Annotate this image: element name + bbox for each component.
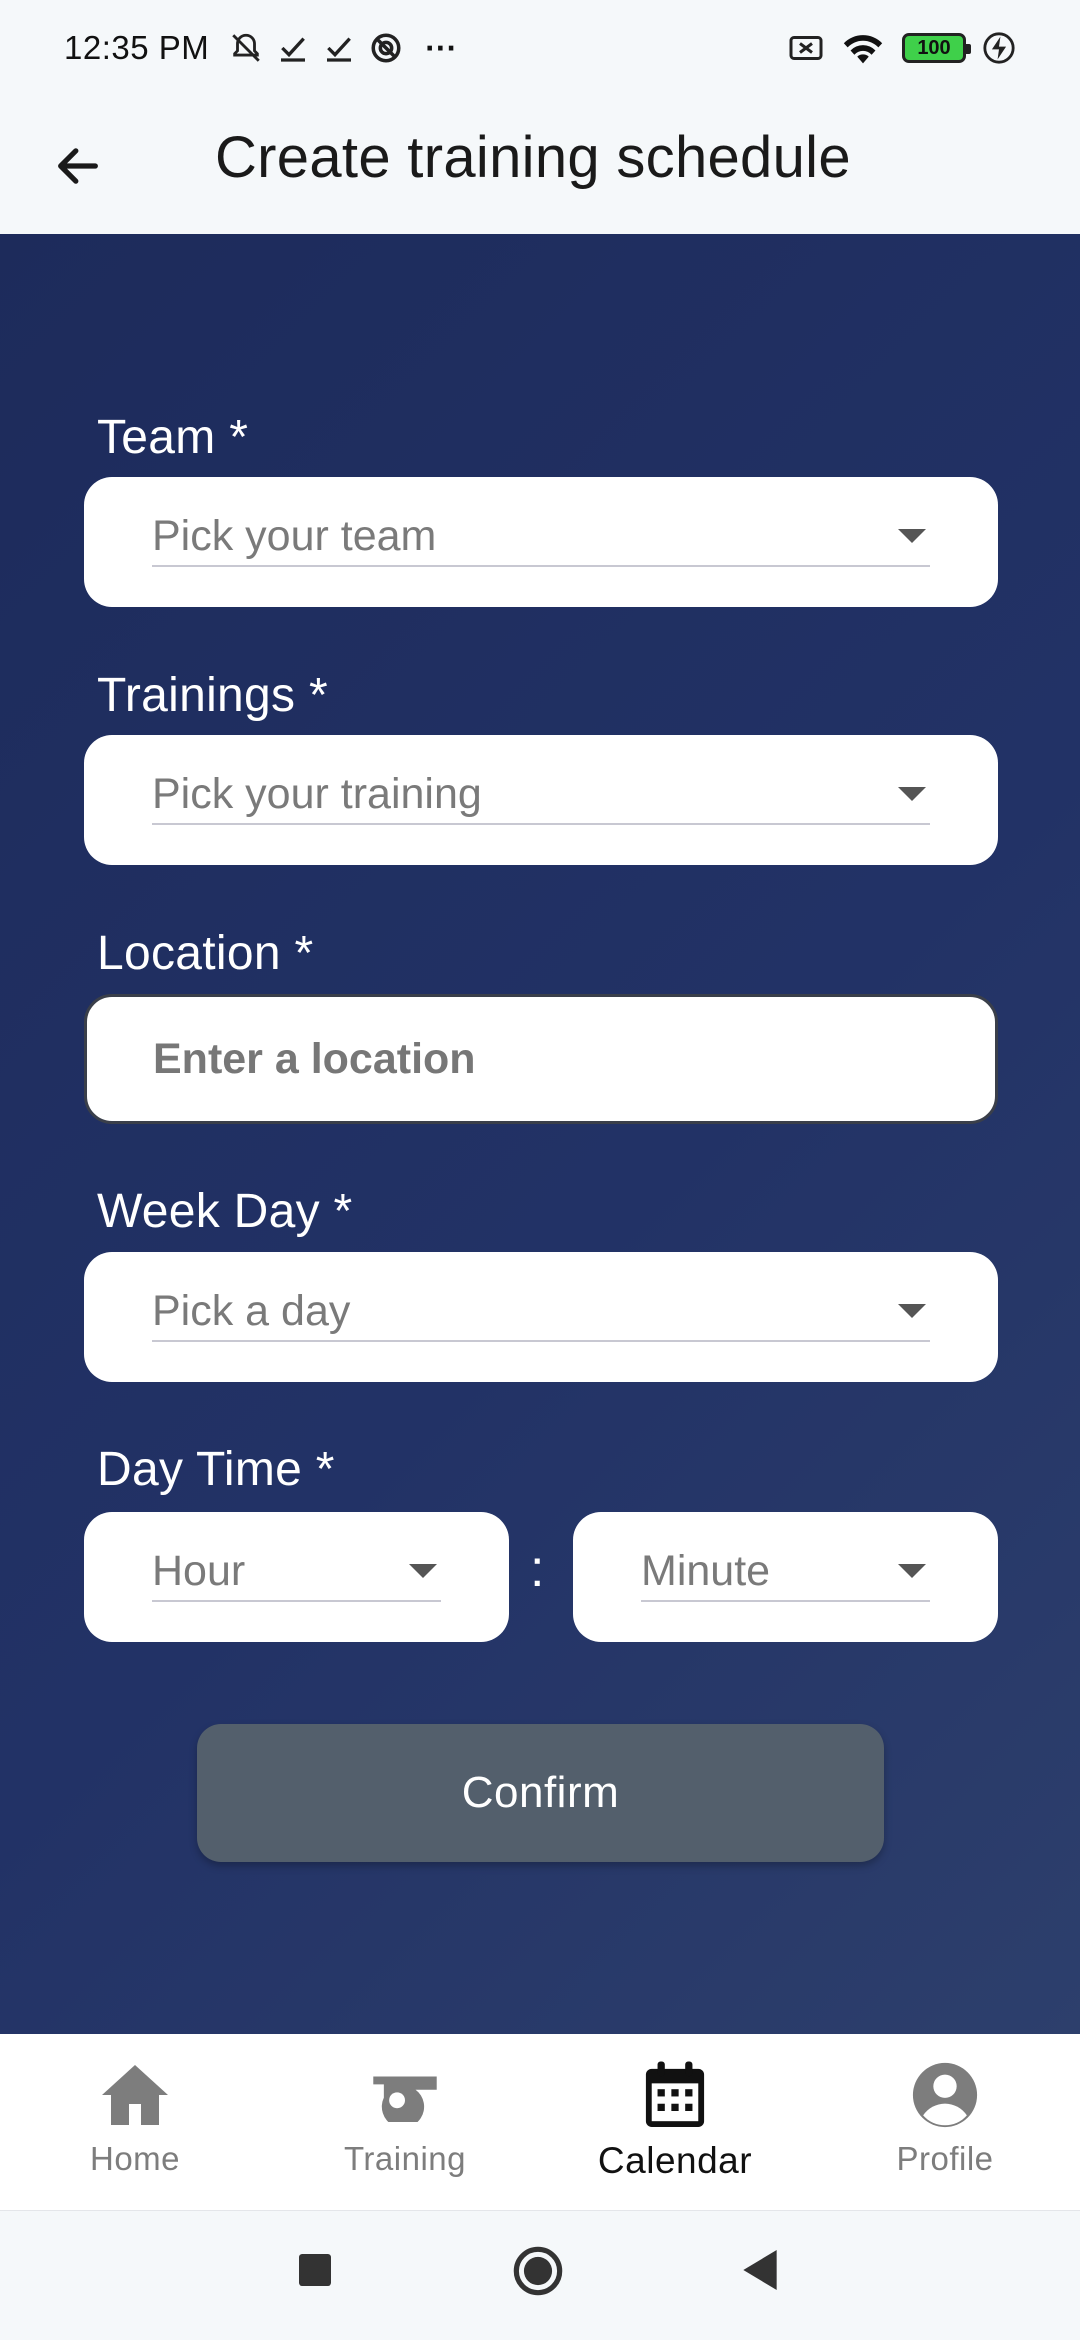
time-separator: : — [530, 1540, 545, 1598]
back-button[interactable] — [44, 132, 112, 200]
hour-select-inner: Hour — [152, 1542, 441, 1602]
week-day-label: Week Day * — [97, 1185, 353, 1238]
page-title: Create training schedule — [215, 125, 851, 190]
chevron-down-icon — [898, 787, 926, 801]
status-left: 12:35 PM ··· — [64, 29, 457, 67]
profile-icon — [910, 2060, 980, 2130]
status-bar: 12:35 PM ··· 100 — [0, 0, 1080, 96]
chevron-down-icon — [898, 1304, 926, 1318]
whistle-icon — [368, 2060, 442, 2130]
minute-select-value: Minute — [641, 1546, 771, 1595]
muted-bell-icon — [232, 33, 261, 62]
status-time: 12:35 PM — [64, 29, 210, 66]
team-select-value: Pick your team — [152, 511, 437, 560]
arrow-left-icon — [58, 148, 98, 184]
week-day-select[interactable]: Pick a day — [84, 1252, 998, 1382]
training-select-value: Pick your training — [152, 769, 482, 818]
nav-label-calendar: Calendar — [597, 2140, 753, 2181]
nav-item-training[interactable]: Training — [270, 2034, 540, 2210]
hour-select[interactable]: Hour — [84, 1512, 509, 1642]
nav-label-home: Home — [89, 2140, 181, 2177]
location-input[interactable] — [84, 994, 998, 1124]
location-label: Location * — [97, 927, 314, 980]
chevron-down-icon — [409, 1564, 437, 1578]
charging-icon — [983, 32, 1015, 64]
status-right: 100 — [788, 30, 1016, 66]
back-system-button[interactable] — [735, 2245, 785, 2295]
check-icon — [281, 37, 306, 62]
square-icon — [299, 2254, 331, 2286]
training-label: Trainings * — [97, 669, 328, 722]
screen: 12:35 PM ··· 100 Create training schedul… — [0, 0, 1080, 2340]
training-select-inner: Pick your training — [152, 765, 930, 825]
check-icon — [327, 37, 352, 62]
wifi-icon — [843, 35, 883, 64]
team-select-inner: Pick your team — [152, 507, 930, 567]
calendar-icon — [643, 2060, 707, 2130]
day-time-label: Day Time * — [97, 1443, 335, 1496]
more-notifications-icon: ··· — [425, 29, 458, 66]
app-bar: Create training schedule — [0, 96, 1080, 234]
week-day-select-inner: Pick a day — [152, 1282, 930, 1342]
status-notification-icons: ··· — [229, 30, 457, 67]
team-label: Team * — [97, 411, 249, 464]
home-icon — [99, 2060, 171, 2130]
hour-select-value: Hour — [152, 1546, 246, 1595]
confirm-button[interactable]: Confirm — [197, 1724, 884, 1862]
nav-item-home[interactable]: Home — [0, 2034, 270, 2210]
home-system-button[interactable] — [510, 2243, 566, 2299]
bottom-nav: Home Training Calendar Profile — [0, 2034, 1080, 2210]
training-schedule-form: Team * Pick your team Trainings * Pick y… — [0, 234, 1080, 2034]
nav-item-calendar[interactable]: Calendar — [540, 2034, 810, 2210]
no-sim-icon — [789, 36, 823, 60]
triangle-back-icon — [743, 2250, 777, 2290]
circle-icon — [513, 2246, 563, 2296]
dnd-icon — [371, 33, 401, 63]
recent-apps-button[interactable] — [290, 2245, 340, 2295]
nav-label-profile: Profile — [896, 2140, 994, 2177]
chevron-down-icon — [898, 529, 926, 543]
team-select[interactable]: Pick your team — [84, 477, 998, 607]
minute-select-inner: Minute — [641, 1542, 930, 1602]
minute-select[interactable]: Minute — [573, 1512, 998, 1642]
week-day-select-value: Pick a day — [152, 1286, 351, 1335]
training-select[interactable]: Pick your training — [84, 735, 998, 865]
chevron-down-icon — [898, 1564, 926, 1578]
nav-item-profile[interactable]: Profile — [810, 2034, 1080, 2210]
battery-indicator: 100 — [902, 33, 971, 63]
system-nav-bar — [0, 2210, 1080, 2340]
nav-label-training: Training — [344, 2140, 466, 2177]
battery-level: 100 — [917, 36, 951, 59]
